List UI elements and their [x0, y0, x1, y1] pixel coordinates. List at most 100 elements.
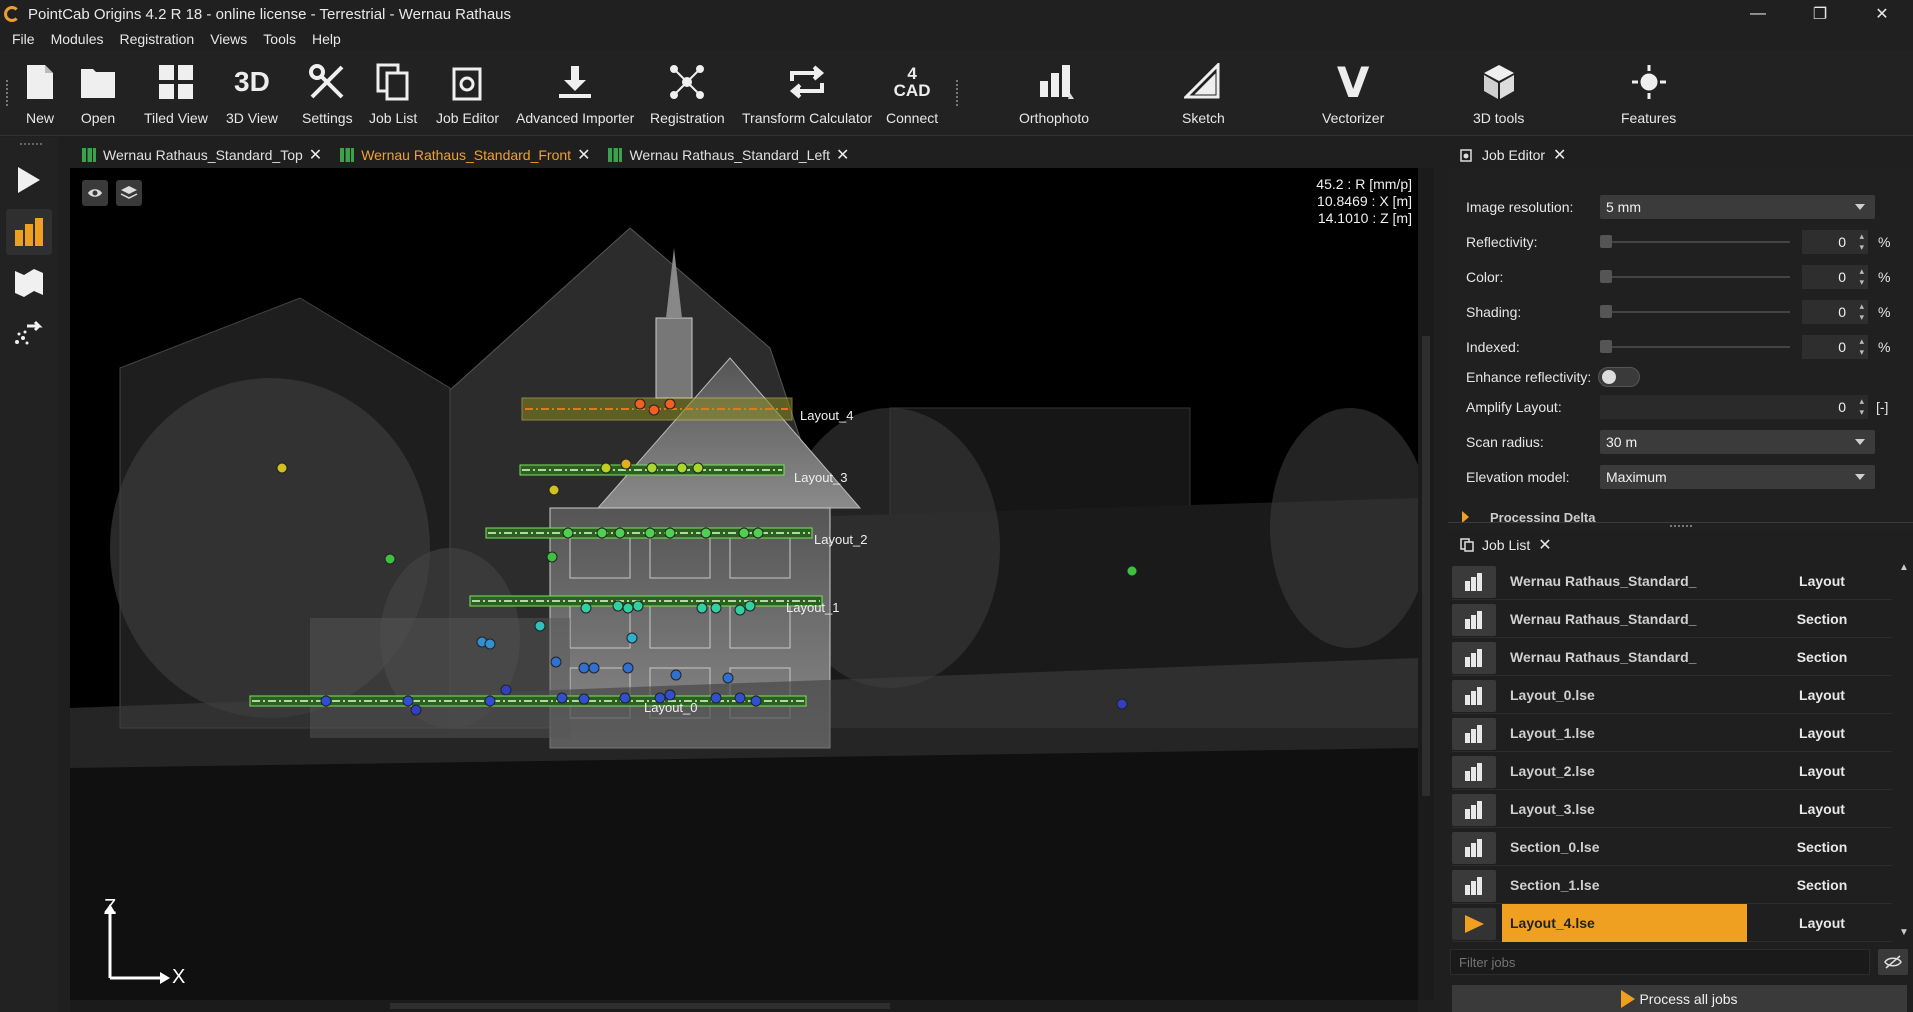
ortho-tool-button[interactable] — [6, 209, 52, 255]
gear-document-icon — [450, 56, 486, 108]
maximize-button[interactable]: ❐ — [1789, 0, 1851, 28]
menu-file[interactable]: File — [4, 31, 43, 47]
registration-button[interactable]: Registration — [650, 56, 725, 126]
panel-splitter[interactable] — [1448, 522, 1913, 532]
connect-glyph-top: 4 — [907, 64, 917, 83]
documents-icon — [376, 56, 410, 108]
open-button[interactable]: Open — [80, 56, 116, 126]
3d-view-button[interactable]: 3D 3D View — [226, 56, 278, 126]
tiled-view-button[interactable]: Tiled View — [144, 56, 208, 126]
close-icon[interactable]: ✕ — [836, 145, 849, 165]
menu-views[interactable]: Views — [202, 31, 255, 47]
map-tool-button[interactable] — [6, 259, 52, 305]
table-row[interactable]: Wernau Rathaus_Standard_ Section — [1452, 600, 1892, 638]
menu-tools[interactable]: Tools — [255, 31, 304, 47]
table-row[interactable]: Layout_2.lse Layout — [1452, 752, 1892, 790]
vectorizer-button[interactable]: V Vectorizer — [1322, 56, 1384, 127]
reflectivity-spinbox[interactable]: 0 — [1802, 230, 1868, 254]
image-resolution-select[interactable]: 5 mm — [1600, 195, 1875, 219]
visibility-button[interactable] — [82, 180, 108, 206]
scroll-thumb[interactable] — [390, 1003, 890, 1009]
job-editor-header: Job Editor ✕ — [1448, 142, 1913, 168]
processing-delta-section[interactable]: Processing Delta — [1448, 509, 1913, 522]
amplify-layout-spinbox[interactable]: 0 — [1600, 395, 1868, 419]
scan-radius-label: Scan radius: — [1466, 434, 1544, 450]
job-list-header: Job List ✕ — [1448, 532, 1913, 558]
job-list-button[interactable]: Job List — [369, 56, 417, 126]
minimize-button[interactable]: — — [1727, 0, 1789, 28]
elevation-model-select[interactable]: Maximum — [1600, 465, 1875, 489]
color-slider[interactable] — [1600, 265, 1790, 289]
layers-button[interactable] — [116, 180, 142, 206]
table-row[interactable]: Wernau Rathaus_Standard_ Section — [1452, 638, 1892, 676]
shading-label: Shading: — [1466, 304, 1522, 320]
menu-help[interactable]: Help — [304, 31, 349, 47]
toolbar-grip[interactable] — [6, 80, 10, 106]
features-button[interactable]: Features — [1621, 56, 1676, 126]
table-row-selected[interactable]: Layout_4.lse Layout — [1452, 904, 1892, 942]
transform-calculator-button[interactable]: Transform Calculator — [742, 56, 872, 126]
view-tabs: Wernau Rathaus_Standard_Top ✕ Wernau Rat… — [70, 142, 855, 168]
tab-standard-left[interactable]: Wernau Rathaus_Standard_Left ✕ — [596, 142, 855, 168]
table-row[interactable]: Section_1.lse Section — [1452, 866, 1892, 904]
filter-jobs-input[interactable] — [1450, 949, 1870, 975]
table-row[interactable]: Wernau Rathaus_Standard_ Layout — [1452, 562, 1892, 600]
pointer-icon — [18, 167, 40, 193]
sketch-button[interactable]: Sketch — [1182, 56, 1225, 126]
indexed-slider[interactable] — [1600, 335, 1790, 359]
viewport-horizontal-scrollbar[interactable] — [70, 1000, 1418, 1012]
reflectivity-slider[interactable] — [1600, 230, 1790, 254]
close-icon[interactable]: ✕ — [577, 145, 590, 165]
orthophoto-button[interactable]: Orthophoto — [1019, 56, 1089, 126]
menu-registration[interactable]: Registration — [111, 31, 202, 47]
hide-toggle-button[interactable] — [1878, 949, 1908, 975]
points-tool-button[interactable] — [6, 309, 52, 355]
advanced-importer-label: Advanced Importer — [516, 110, 635, 126]
menu-modules[interactable]: Modules — [43, 31, 112, 47]
enhance-reflectivity-toggle[interactable] — [1598, 367, 1640, 387]
job-list-icon — [1460, 538, 1474, 552]
orthophoto-icon — [1034, 56, 1075, 108]
advanced-importer-button[interactable]: Advanced Importer — [516, 56, 634, 126]
job-editor-button[interactable]: Job Editor — [436, 56, 499, 126]
tiles-icon — [158, 56, 194, 108]
new-button[interactable]: New — [25, 56, 55, 126]
table-row[interactable]: Section_0.lse Section — [1452, 828, 1892, 866]
close-icon[interactable]: ✕ — [1538, 535, 1551, 555]
viewport-vertical-scrollbar[interactable] — [1418, 168, 1434, 1000]
job-type: Section — [1796, 649, 1848, 665]
scroll-thumb[interactable] — [1422, 336, 1430, 796]
tab-standard-front[interactable]: Wernau Rathaus_Standard_Front ✕ — [328, 142, 596, 168]
scroll-up-icon[interactable]: ▲ — [1899, 562, 1909, 573]
close-window-button[interactable]: ✕ — [1851, 0, 1913, 28]
table-row[interactable]: Layout_3.lse Layout — [1452, 790, 1892, 828]
close-icon[interactable]: ✕ — [309, 145, 322, 165]
shading-slider[interactable] — [1600, 300, 1790, 324]
strip-grip[interactable] — [20, 143, 42, 145]
window-title: PointCab Origins 4.2 R 18 - online licen… — [28, 5, 512, 23]
toolbar-grip-2[interactable] — [956, 80, 960, 106]
job-list-scrollbar[interactable]: ▲ ▼ — [1897, 562, 1911, 938]
connect-button[interactable]: 4 CAD Connect — [886, 56, 938, 126]
open-label: Open — [80, 110, 116, 126]
table-row[interactable]: Layout_1.lse Layout — [1452, 714, 1892, 752]
3d-tools-button[interactable]: 3D tools — [1473, 56, 1524, 126]
close-icon[interactable]: ✕ — [1553, 145, 1566, 165]
color-spinbox[interactable]: 0 — [1802, 265, 1868, 289]
table-row[interactable]: Layout_0.lse Layout — [1452, 676, 1892, 714]
scan-radius-select[interactable]: 30 m — [1600, 430, 1875, 454]
settings-button[interactable]: Settings — [302, 56, 353, 126]
select-tool-button[interactable] — [6, 157, 52, 203]
job-list-table: Wernau Rathaus_Standard_ Layout Wernau R… — [1452, 562, 1892, 942]
indexed-spinbox[interactable]: 0 — [1802, 335, 1868, 359]
process-all-jobs-button[interactable]: Process all jobs — [1452, 985, 1907, 1012]
map-icon — [15, 269, 43, 297]
job-name: Layout_4.lse — [1502, 904, 1747, 942]
scroll-down-icon[interactable]: ▼ — [1899, 927, 1909, 938]
tab-standard-top[interactable]: Wernau Rathaus_Standard_Top ✕ — [70, 142, 328, 168]
shading-spinbox[interactable]: 0 — [1802, 300, 1868, 324]
point-cloud-icon — [15, 320, 43, 345]
point-cloud-viewport[interactable]: Layout_4 Layout_3 Layout_2 Layout_1 Layo… — [70, 168, 1418, 1000]
vectorizer-icon: V — [1336, 57, 1370, 107]
job-editor-icon — [1460, 149, 1472, 162]
